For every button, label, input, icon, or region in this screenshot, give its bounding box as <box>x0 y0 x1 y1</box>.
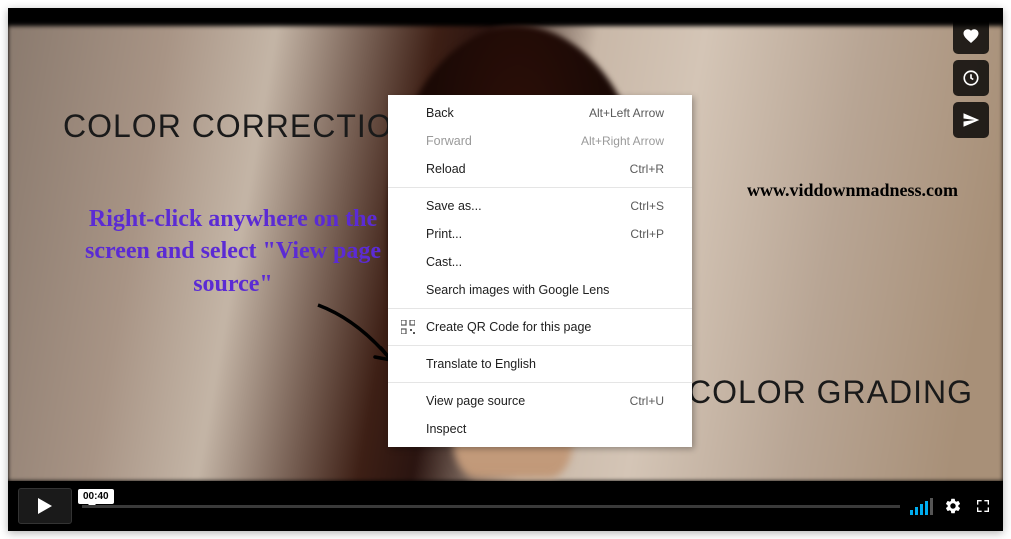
menu-label: Search images with Google Lens <box>426 283 664 297</box>
settings-button[interactable] <box>943 496 963 516</box>
menu-label: Print... <box>426 227 630 241</box>
volume-bar <box>915 507 918 515</box>
context-menu: BackAlt+Left Arrow ForwardAlt+Right Arro… <box>388 95 692 447</box>
menu-label: Reload <box>426 162 630 176</box>
volume-bar <box>930 498 933 515</box>
menu-separator <box>388 382 692 383</box>
menu-item-inspect[interactable]: Inspect <box>388 415 692 443</box>
menu-item-print[interactable]: Print...Ctrl+P <box>388 220 692 248</box>
menu-shortcut: Ctrl+P <box>630 227 664 241</box>
menu-item-save-as[interactable]: Save as...Ctrl+S <box>388 192 692 220</box>
progress-track <box>82 505 900 508</box>
menu-shortcut: Alt+Right Arrow <box>581 134 664 148</box>
menu-shortcut: Alt+Left Arrow <box>589 106 664 120</box>
menu-separator <box>388 187 692 188</box>
video-text-right: COLOR GRADING <box>688 374 973 411</box>
side-buttons <box>953 18 989 138</box>
menu-item-translate[interactable]: Translate to English <box>388 350 692 378</box>
share-button[interactable] <box>953 102 989 138</box>
time-tooltip: 00:40 <box>78 489 114 504</box>
menu-item-view-source[interactable]: View page sourceCtrl+U <box>388 387 692 415</box>
menu-label: Translate to English <box>426 357 664 371</box>
volume-bar <box>925 501 928 515</box>
menu-label: Create QR Code for this page <box>426 320 664 334</box>
player-bar: 00:40 <box>8 481 1003 531</box>
menu-item-search-lens[interactable]: Search images with Google Lens <box>388 276 692 304</box>
volume-bar <box>910 510 913 515</box>
menu-label: Back <box>426 106 589 120</box>
menu-shortcut: Ctrl+S <box>630 199 664 213</box>
qr-icon <box>400 319 416 335</box>
play-button[interactable] <box>18 488 72 524</box>
menu-label: View page source <box>426 394 630 408</box>
menu-label: Forward <box>426 134 581 148</box>
annotation-text: Right-click anywhere on the screen and s… <box>78 203 388 300</box>
menu-item-forward: ForwardAlt+Right Arrow <box>388 127 692 155</box>
video-area[interactable]: COLOR CORRECTION COLOR GRADING www.viddo… <box>8 8 1003 481</box>
menu-separator <box>388 308 692 309</box>
progress-bar[interactable]: 00:40 <box>82 494 900 518</box>
menu-label: Inspect <box>426 422 664 436</box>
menu-item-cast[interactable]: Cast... <box>388 248 692 276</box>
video-text-left: COLOR CORRECTION <box>63 108 417 145</box>
volume-control[interactable] <box>910 497 933 515</box>
menu-separator <box>388 345 692 346</box>
watch-later-button[interactable] <box>953 60 989 96</box>
app-container: COLOR CORRECTION COLOR GRADING www.viddo… <box>8 8 1003 531</box>
volume-bar <box>920 504 923 515</box>
menu-item-reload[interactable]: ReloadCtrl+R <box>388 155 692 183</box>
menu-shortcut: Ctrl+U <box>630 394 664 408</box>
menu-item-back[interactable]: BackAlt+Left Arrow <box>388 99 692 127</box>
fullscreen-button[interactable] <box>973 496 993 516</box>
like-button[interactable] <box>953 18 989 54</box>
menu-shortcut: Ctrl+R <box>630 162 664 176</box>
menu-label: Cast... <box>426 255 664 269</box>
menu-item-qr-code[interactable]: Create QR Code for this page <box>388 313 692 341</box>
watermark: www.viddownmadness.com <box>747 180 958 201</box>
menu-label: Save as... <box>426 199 630 213</box>
